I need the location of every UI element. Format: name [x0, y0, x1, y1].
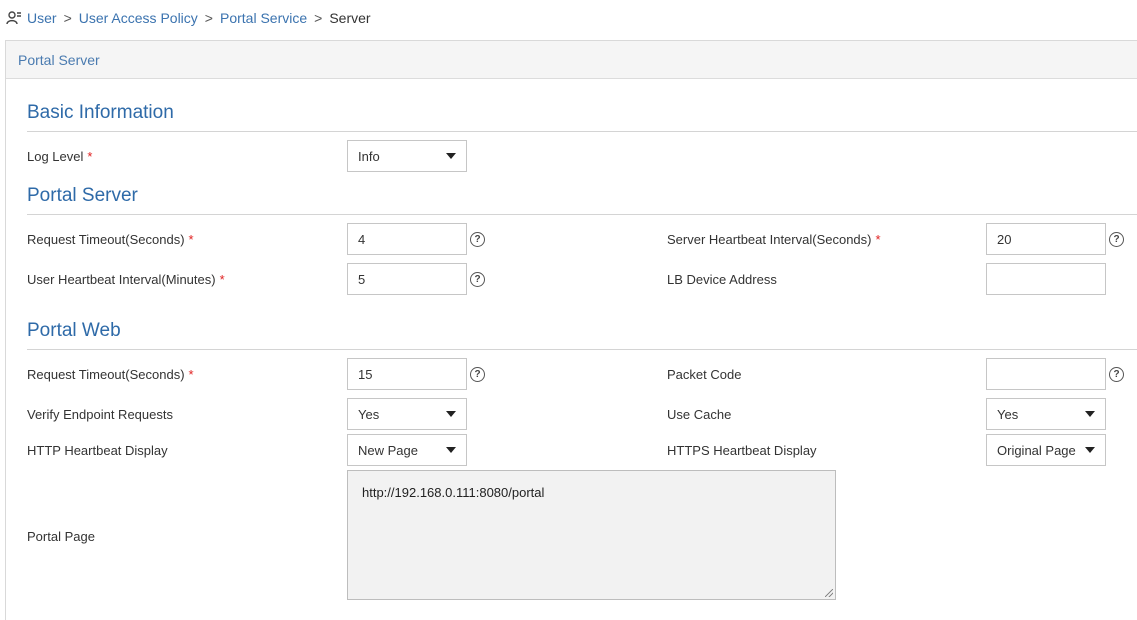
user-heartbeat-label: User Heartbeat Interval(Minutes) *	[27, 272, 225, 287]
portal-server-panel: Portal Server Basic Information Log Leve…	[5, 40, 1137, 620]
request-timeout-label: Request Timeout(Seconds) *	[27, 232, 194, 247]
use-cache-value: Yes	[997, 406, 1019, 422]
dropdown-caret-icon	[446, 447, 456, 453]
dropdown-caret-icon	[446, 411, 456, 417]
required-mark: *	[87, 149, 93, 164]
section-divider	[27, 349, 1137, 350]
help-icon[interactable]: ?	[470, 232, 485, 247]
https-heartbeat-select[interactable]: Original Page	[986, 434, 1106, 466]
breadcrumb-portal-service[interactable]: Portal Service	[220, 10, 307, 26]
section-divider	[27, 131, 1137, 132]
packet-code-input[interactable]	[986, 358, 1106, 390]
request-timeout-input[interactable]: 4	[347, 223, 467, 255]
required-mark: *	[219, 272, 225, 287]
http-heartbeat-label: HTTP Heartbeat Display	[27, 443, 168, 458]
section-portal-web: Portal Web	[27, 320, 121, 341]
help-icon[interactable]: ?	[1109, 367, 1124, 382]
lb-device-address-input[interactable]	[986, 263, 1106, 295]
web-request-timeout-input[interactable]: 15	[347, 358, 467, 390]
required-mark: *	[875, 232, 881, 247]
section-divider	[27, 214, 1137, 215]
breadcrumb-separator: >	[314, 10, 323, 26]
resize-handle-icon[interactable]	[825, 589, 833, 597]
breadcrumb-current: Server	[329, 10, 371, 26]
dropdown-caret-icon	[1085, 447, 1095, 453]
dropdown-caret-icon	[1085, 411, 1095, 417]
http-heartbeat-value: New Page	[358, 442, 418, 458]
https-heartbeat-value: Original Page	[997, 442, 1076, 458]
verify-endpoint-label: Verify Endpoint Requests	[27, 407, 173, 422]
portal-page-value: http://192.168.0.111:8080/portal	[362, 485, 545, 500]
http-heartbeat-select[interactable]: New Page	[347, 434, 467, 466]
help-icon[interactable]: ?	[470, 367, 485, 382]
dropdown-caret-icon	[446, 153, 456, 159]
portal-page-label: Portal Page	[27, 529, 95, 544]
breadcrumb-user[interactable]: User	[27, 10, 57, 26]
server-heartbeat-label: Server Heartbeat Interval(Seconds) *	[667, 232, 881, 247]
required-mark: *	[188, 367, 194, 382]
use-cache-label: Use Cache	[667, 407, 732, 422]
breadcrumb-separator: >	[204, 10, 213, 26]
web-request-timeout-label: Request Timeout(Seconds) *	[27, 367, 194, 382]
user-heartbeat-input[interactable]: 5	[347, 263, 467, 295]
section-basic-information: Basic Information	[27, 102, 174, 123]
log-level-label: Log Level *	[27, 149, 93, 164]
log-level-value: Info	[358, 148, 380, 164]
required-mark: *	[188, 232, 194, 247]
server-heartbeat-input[interactable]: 20	[986, 223, 1106, 255]
breadcrumb-user-access-policy[interactable]: User Access Policy	[79, 10, 198, 26]
section-portal-server: Portal Server	[27, 185, 138, 206]
verify-endpoint-value: Yes	[358, 406, 380, 422]
lb-device-address-label: LB Device Address	[667, 272, 777, 287]
verify-endpoint-select[interactable]: Yes	[347, 398, 467, 430]
help-icon[interactable]: ?	[470, 272, 485, 287]
panel-title: Portal Server	[6, 41, 1137, 79]
packet-code-label: Packet Code	[667, 367, 742, 382]
help-icon[interactable]: ?	[1109, 232, 1124, 247]
use-cache-select[interactable]: Yes	[986, 398, 1106, 430]
user-icon	[6, 10, 22, 26]
portal-page-textarea[interactable]: http://192.168.0.111:8080/portal	[347, 470, 836, 600]
https-heartbeat-label: HTTPS Heartbeat Display	[667, 443, 817, 458]
log-level-select[interactable]: Info	[347, 140, 467, 172]
breadcrumb-separator: >	[63, 10, 72, 26]
breadcrumb: User > User Access Policy > Portal Servi…	[0, 0, 1137, 36]
